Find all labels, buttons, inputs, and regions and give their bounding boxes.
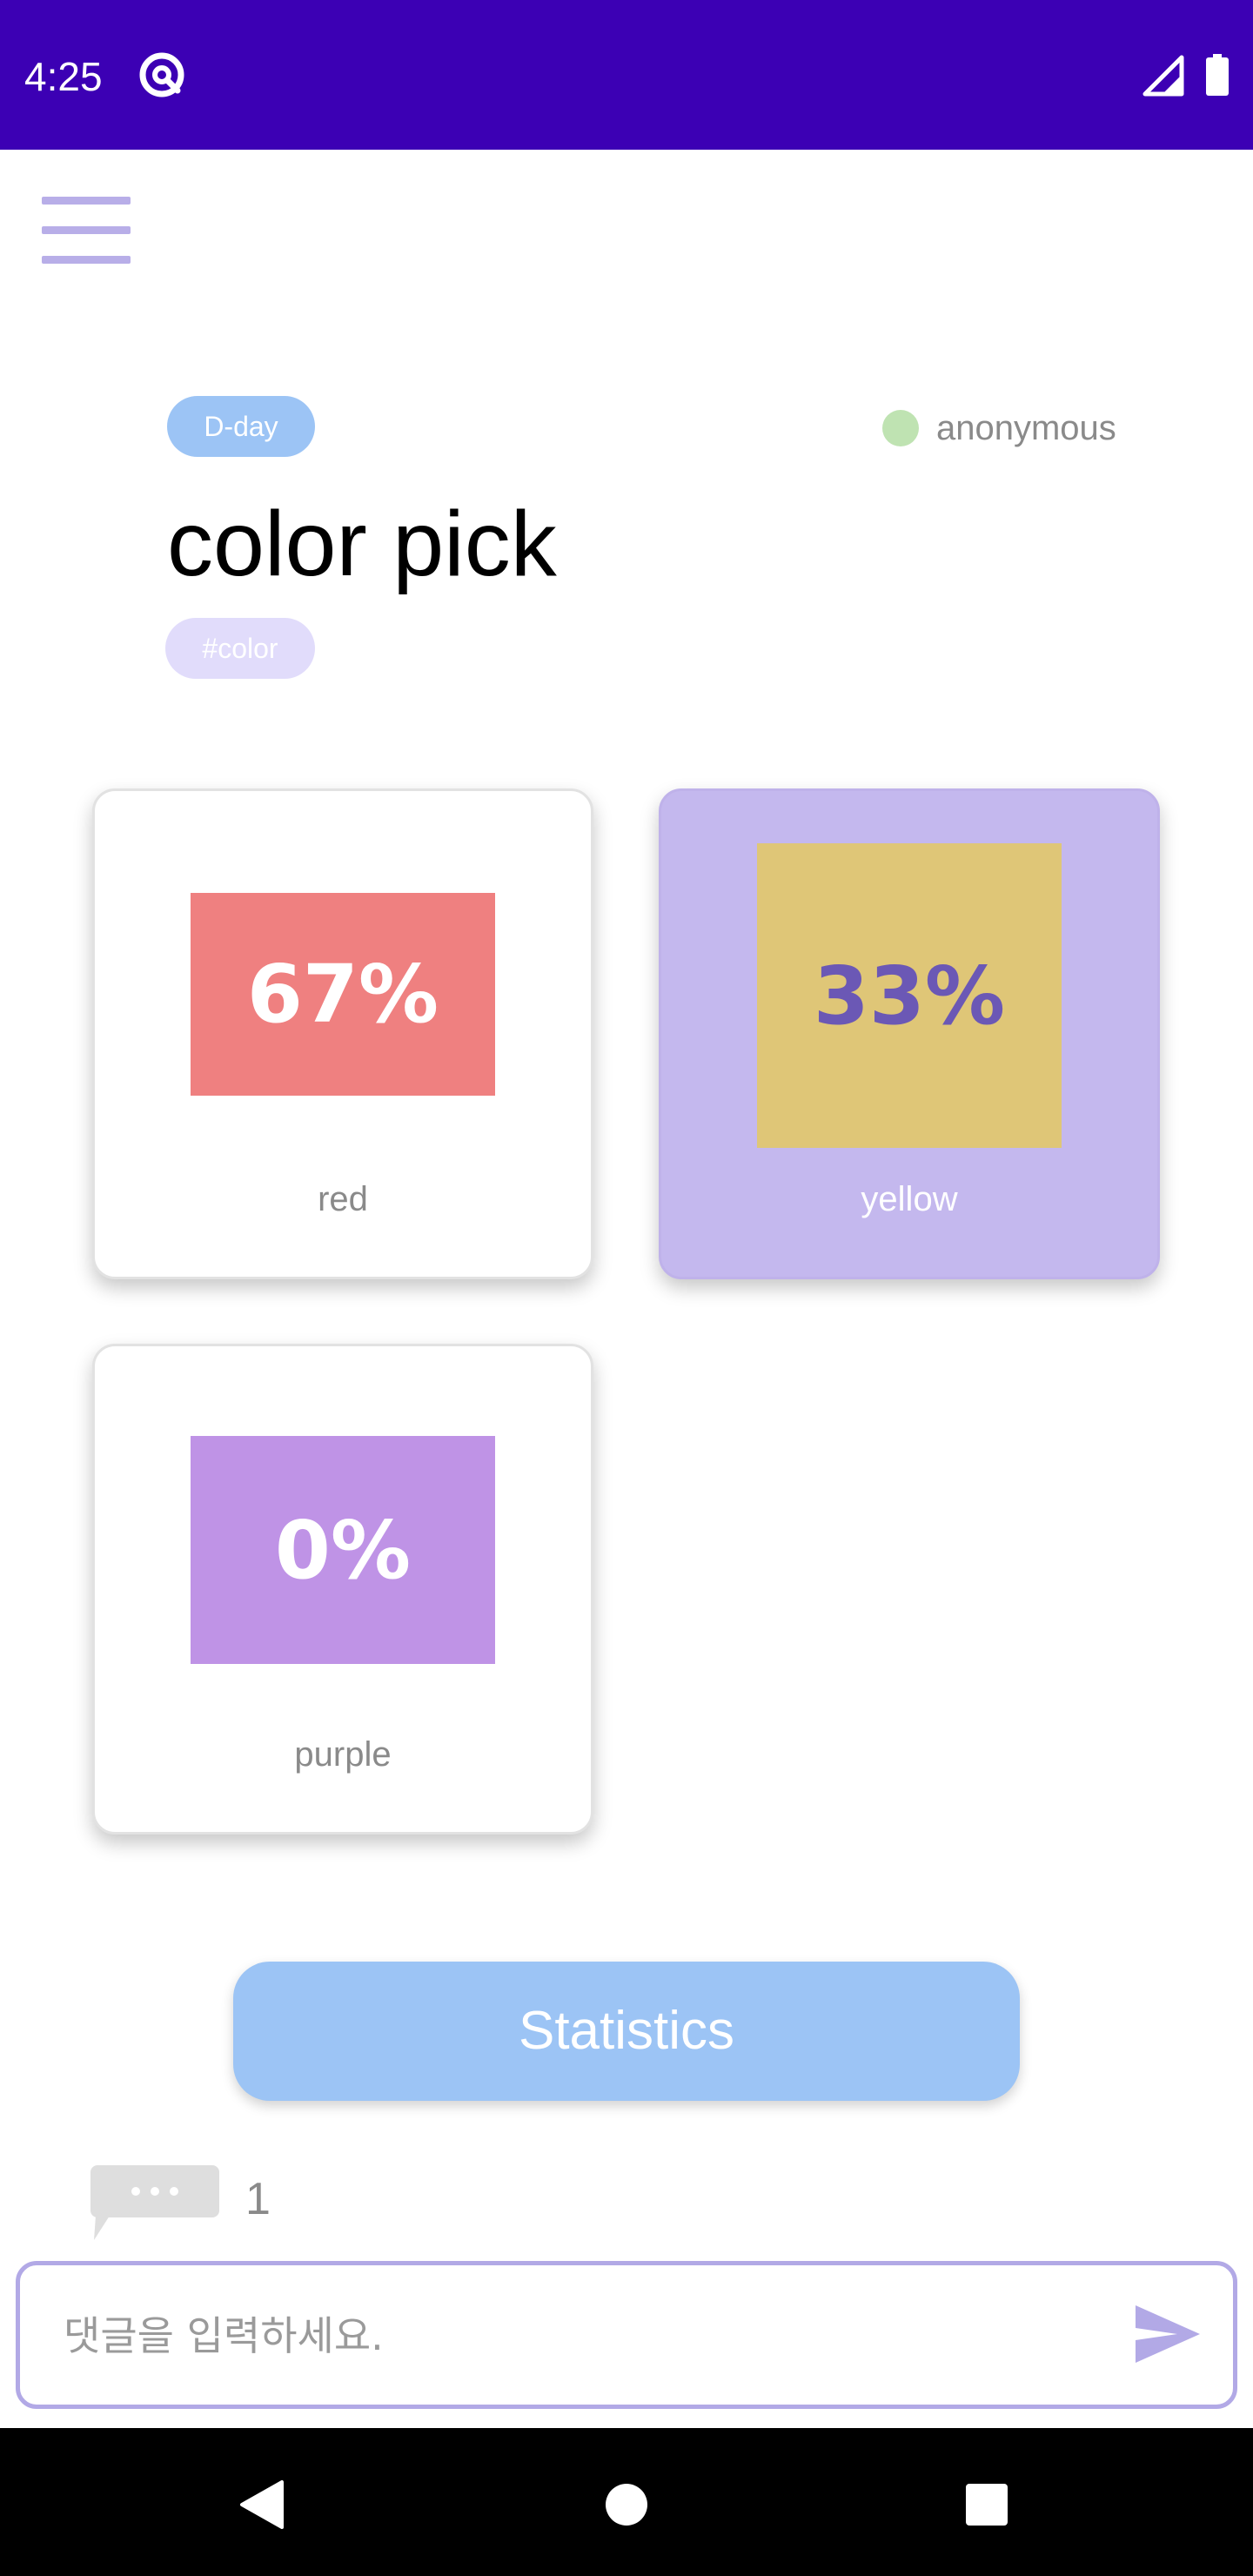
comment-bubble-icon <box>90 2165 221 2244</box>
option-percent: 0% <box>274 1503 412 1597</box>
home-circle-icon <box>606 2484 647 2526</box>
comment-input[interactable] <box>62 2265 1092 2406</box>
option-card-purple[interactable]: 0% purple <box>92 1344 593 1835</box>
send-button[interactable] <box>1134 2304 1202 2365</box>
option-card-yellow[interactable]: 33% yellow <box>659 788 1160 1279</box>
statistics-button[interactable]: Statistics <box>233 1962 1020 2101</box>
author-name: anonymous <box>936 408 1116 447</box>
option-percent: 67% <box>246 948 439 1041</box>
option-label: red <box>318 1180 368 1218</box>
author-info: anonymous <box>882 402 1116 454</box>
recent-square-icon <box>966 2484 1008 2526</box>
home-button[interactable] <box>604 2482 649 2527</box>
option-percent: 33% <box>813 949 1006 1043</box>
battery-icon <box>1206 54 1229 96</box>
back-triangle-icon <box>240 2480 284 2529</box>
signal-icon <box>1142 54 1185 97</box>
status-bar <box>0 0 1253 150</box>
author-status-dot <box>882 410 919 446</box>
option-swatch: 33% <box>757 843 1062 1148</box>
comment-input-box <box>16 2261 1237 2409</box>
back-button[interactable] <box>237 2479 285 2531</box>
dday-badge: D-day <box>167 396 315 457</box>
option-swatch: 67% <box>191 893 495 1096</box>
option-label: purple <box>294 1735 392 1774</box>
option-label: yellow <box>861 1180 958 1218</box>
recent-apps-button[interactable] <box>964 2482 1009 2527</box>
hamburger-menu-icon <box>42 197 131 205</box>
hashtag-chip[interactable]: #color <box>165 618 315 679</box>
option-card-red[interactable]: 67% red <box>92 788 593 1279</box>
status-time: 4:25 <box>24 54 103 99</box>
option-swatch: 0% <box>191 1436 495 1664</box>
at-sign-icon <box>137 50 186 99</box>
post-title: color pick <box>167 493 557 595</box>
send-icon <box>1136 2305 1200 2363</box>
comment-count: 1 <box>245 2174 271 2224</box>
menu-button[interactable] <box>35 190 134 272</box>
